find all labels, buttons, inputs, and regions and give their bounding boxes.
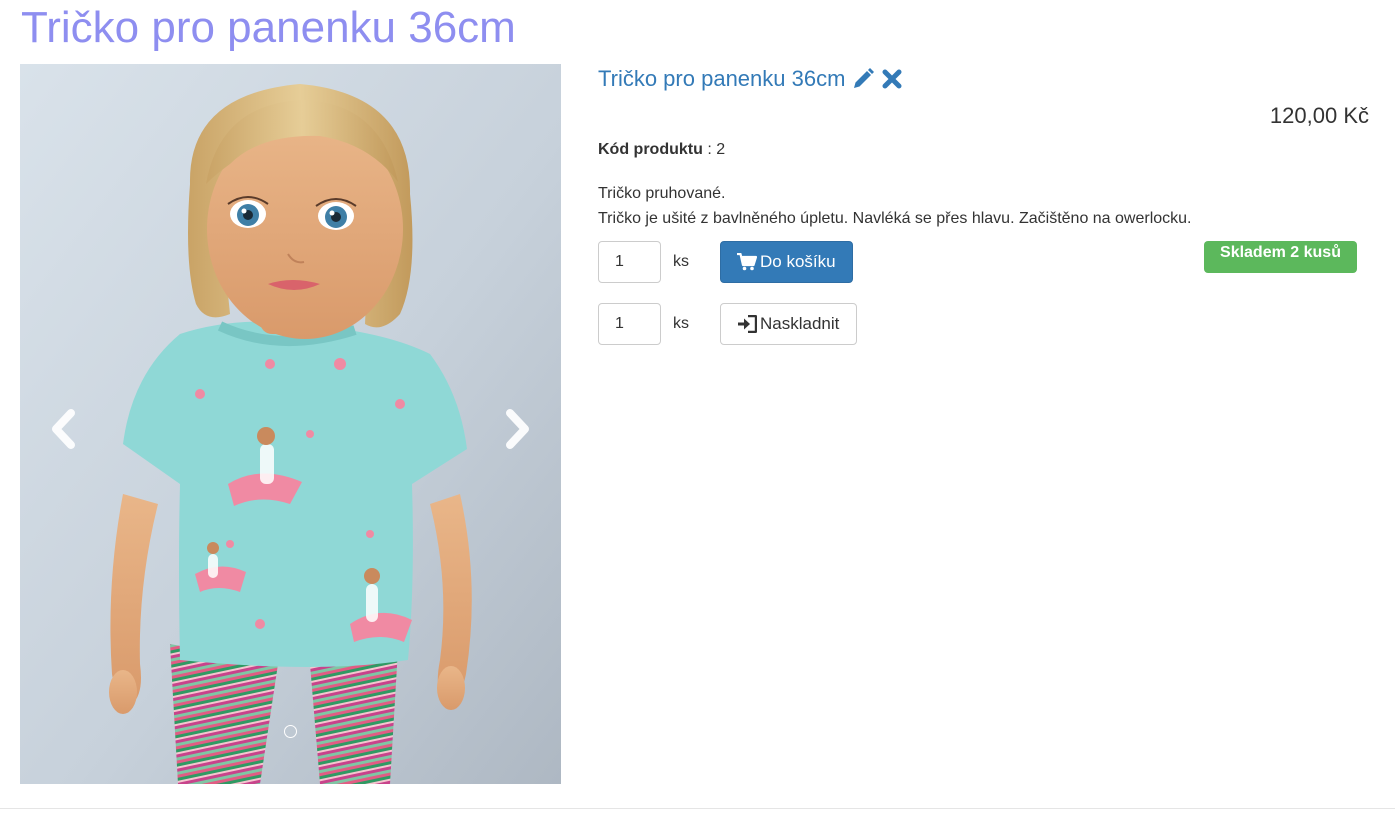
description-line: Tričko pruhované.	[598, 185, 726, 202]
product-image-carousel[interactable]	[20, 64, 561, 784]
description-line: Tričko je ušité z bavlněného úpletu. Nav…	[598, 210, 1192, 227]
log-in-icon	[738, 315, 757, 333]
product-photo	[20, 64, 561, 784]
product-code-value: 2	[716, 141, 726, 158]
chevron-left-icon	[52, 409, 75, 449]
stock-status-badge: Skladem 2 kusů	[1204, 241, 1357, 273]
edit-product-button[interactable]	[851, 67, 875, 91]
product-heading: Tričko pro panenku 36cm	[598, 64, 903, 94]
carousel-prev-button[interactable]	[34, 394, 94, 464]
restock-button[interactable]: Naskladnit	[720, 303, 857, 345]
restock-label: Naskladnit	[760, 314, 840, 333]
footer-divider	[0, 808, 1395, 809]
product-code-label: Kód produktu	[598, 141, 703, 158]
pencil-icon	[854, 68, 875, 88]
page-title: Tričko pro panenku 36cm	[21, 3, 516, 52]
carousel-next-button[interactable]	[487, 394, 547, 464]
product-description: Tričko pruhované. Tričko je ušité z bavl…	[598, 181, 1192, 231]
product-price: 120,00 Kč	[1269, 103, 1369, 128]
carousel-indicator[interactable]	[284, 725, 297, 738]
add-to-cart-label: Do košíku	[760, 252, 836, 271]
product-name-link[interactable]: Tričko pro panenku 36cm	[598, 66, 845, 92]
chevron-right-icon	[506, 409, 529, 449]
add-to-cart-button[interactable]: Do košíku	[720, 241, 853, 283]
cart-quantity-unit: ks	[673, 253, 689, 270]
product-code-separator: :	[702, 141, 717, 158]
cart-quantity-input[interactable]	[598, 241, 661, 283]
close-icon	[882, 69, 902, 89]
delete-product-button[interactable]	[881, 68, 903, 90]
stock-quantity-unit: ks	[673, 315, 689, 332]
stock-quantity-input[interactable]	[598, 303, 661, 345]
shopping-cart-icon	[737, 253, 757, 271]
product-code: Kód produktu : 2	[598, 141, 725, 159]
